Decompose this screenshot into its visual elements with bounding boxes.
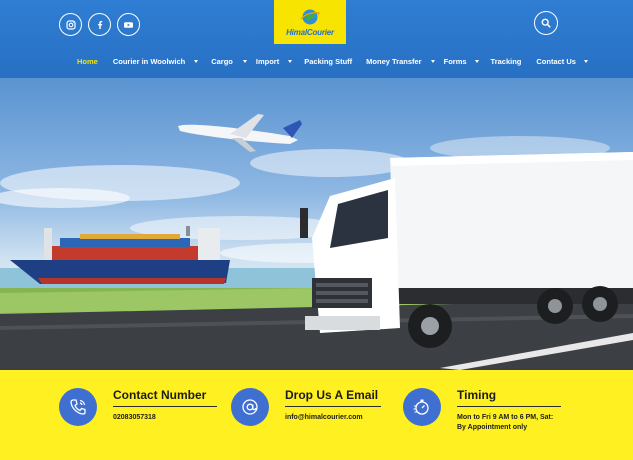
nav-item-label: Forms <box>443 57 467 66</box>
email-block: Drop Us A Email info@himalcourier.com <box>231 388 381 426</box>
instagram-icon[interactable] <box>59 13 82 36</box>
nav-item-forms[interactable]: Forms <box>444 57 479 66</box>
youtube-icon[interactable] <box>117 13 140 36</box>
nav-item-label: Contact Us <box>536 57 576 66</box>
main-nav: Home Courier in Woolwich Cargo Import Pa… <box>77 57 588 66</box>
chevron-down-icon <box>474 60 479 63</box>
nav-item-cargo[interactable]: Cargo <box>211 57 247 66</box>
nav-item-label: Packing Stuff <box>304 57 353 66</box>
airplane-image <box>178 114 302 152</box>
chevron-down-icon <box>194 60 199 63</box>
phone-icon <box>59 388 97 426</box>
nav-item-import[interactable]: Import <box>255 57 293 66</box>
contact-number-value[interactable]: 02083057318 <box>113 413 217 423</box>
timing-block: Timing Mon to Fri 9 AM to 6 PM, Sat: By … <box>403 388 561 433</box>
nav-item-contact-us[interactable]: Contact Us <box>536 57 588 66</box>
nav-item-home[interactable]: Home <box>77 57 98 66</box>
facebook-icon[interactable] <box>88 13 111 36</box>
globe-logo-icon <box>300 9 320 25</box>
timing-line-1: Mon to Fri 9 AM to 6 PM, Sat: <box>457 414 554 421</box>
social-links <box>59 13 140 36</box>
logo-text: HimalCourier <box>286 28 334 37</box>
timing-title: Timing <box>457 388 561 407</box>
nav-item-label: Courier in Woolwich <box>112 57 186 66</box>
timing-line-2: By Appointment only <box>457 424 528 431</box>
email-title: Drop Us A Email <box>285 388 381 407</box>
chevron-down-icon <box>288 60 293 63</box>
chevron-down-icon <box>583 60 588 63</box>
chevron-down-icon <box>242 60 247 63</box>
nav-item-tracking[interactable]: Tracking <box>491 57 522 66</box>
search-icon[interactable] <box>534 11 558 35</box>
contact-number-title: Contact Number <box>113 388 217 407</box>
hero-illustration <box>0 114 633 370</box>
nav-item-label: Cargo <box>211 57 233 66</box>
site-logo[interactable]: HimalCourier <box>274 0 346 44</box>
nav-item-packing-stuff[interactable]: Packing Stuff <box>304 57 352 66</box>
at-icon <box>231 388 269 426</box>
nav-item-courier-in-woolwich[interactable]: Courier in Woolwich <box>112 57 199 66</box>
stopwatch-icon <box>403 388 441 426</box>
nav-item-label: Tracking <box>490 57 522 66</box>
site-header: HimalCourier Home Courier in Woolwich Ca… <box>0 0 633 78</box>
nav-item-label: Import <box>255 57 280 66</box>
contact-number-block: Contact Number 02083057318 <box>59 388 217 426</box>
nav-item-label: Money Transfer <box>366 57 422 66</box>
hero-banner <box>0 78 633 370</box>
chevron-down-icon <box>430 60 435 63</box>
email-value[interactable]: info@himalcourier.com <box>285 413 381 423</box>
nav-item-money-transfer[interactable]: Money Transfer <box>366 57 435 66</box>
nav-item-label: Home <box>77 57 98 66</box>
contact-info-bar: Contact Number 02083057318 Drop Us A Ema… <box>0 370 633 460</box>
